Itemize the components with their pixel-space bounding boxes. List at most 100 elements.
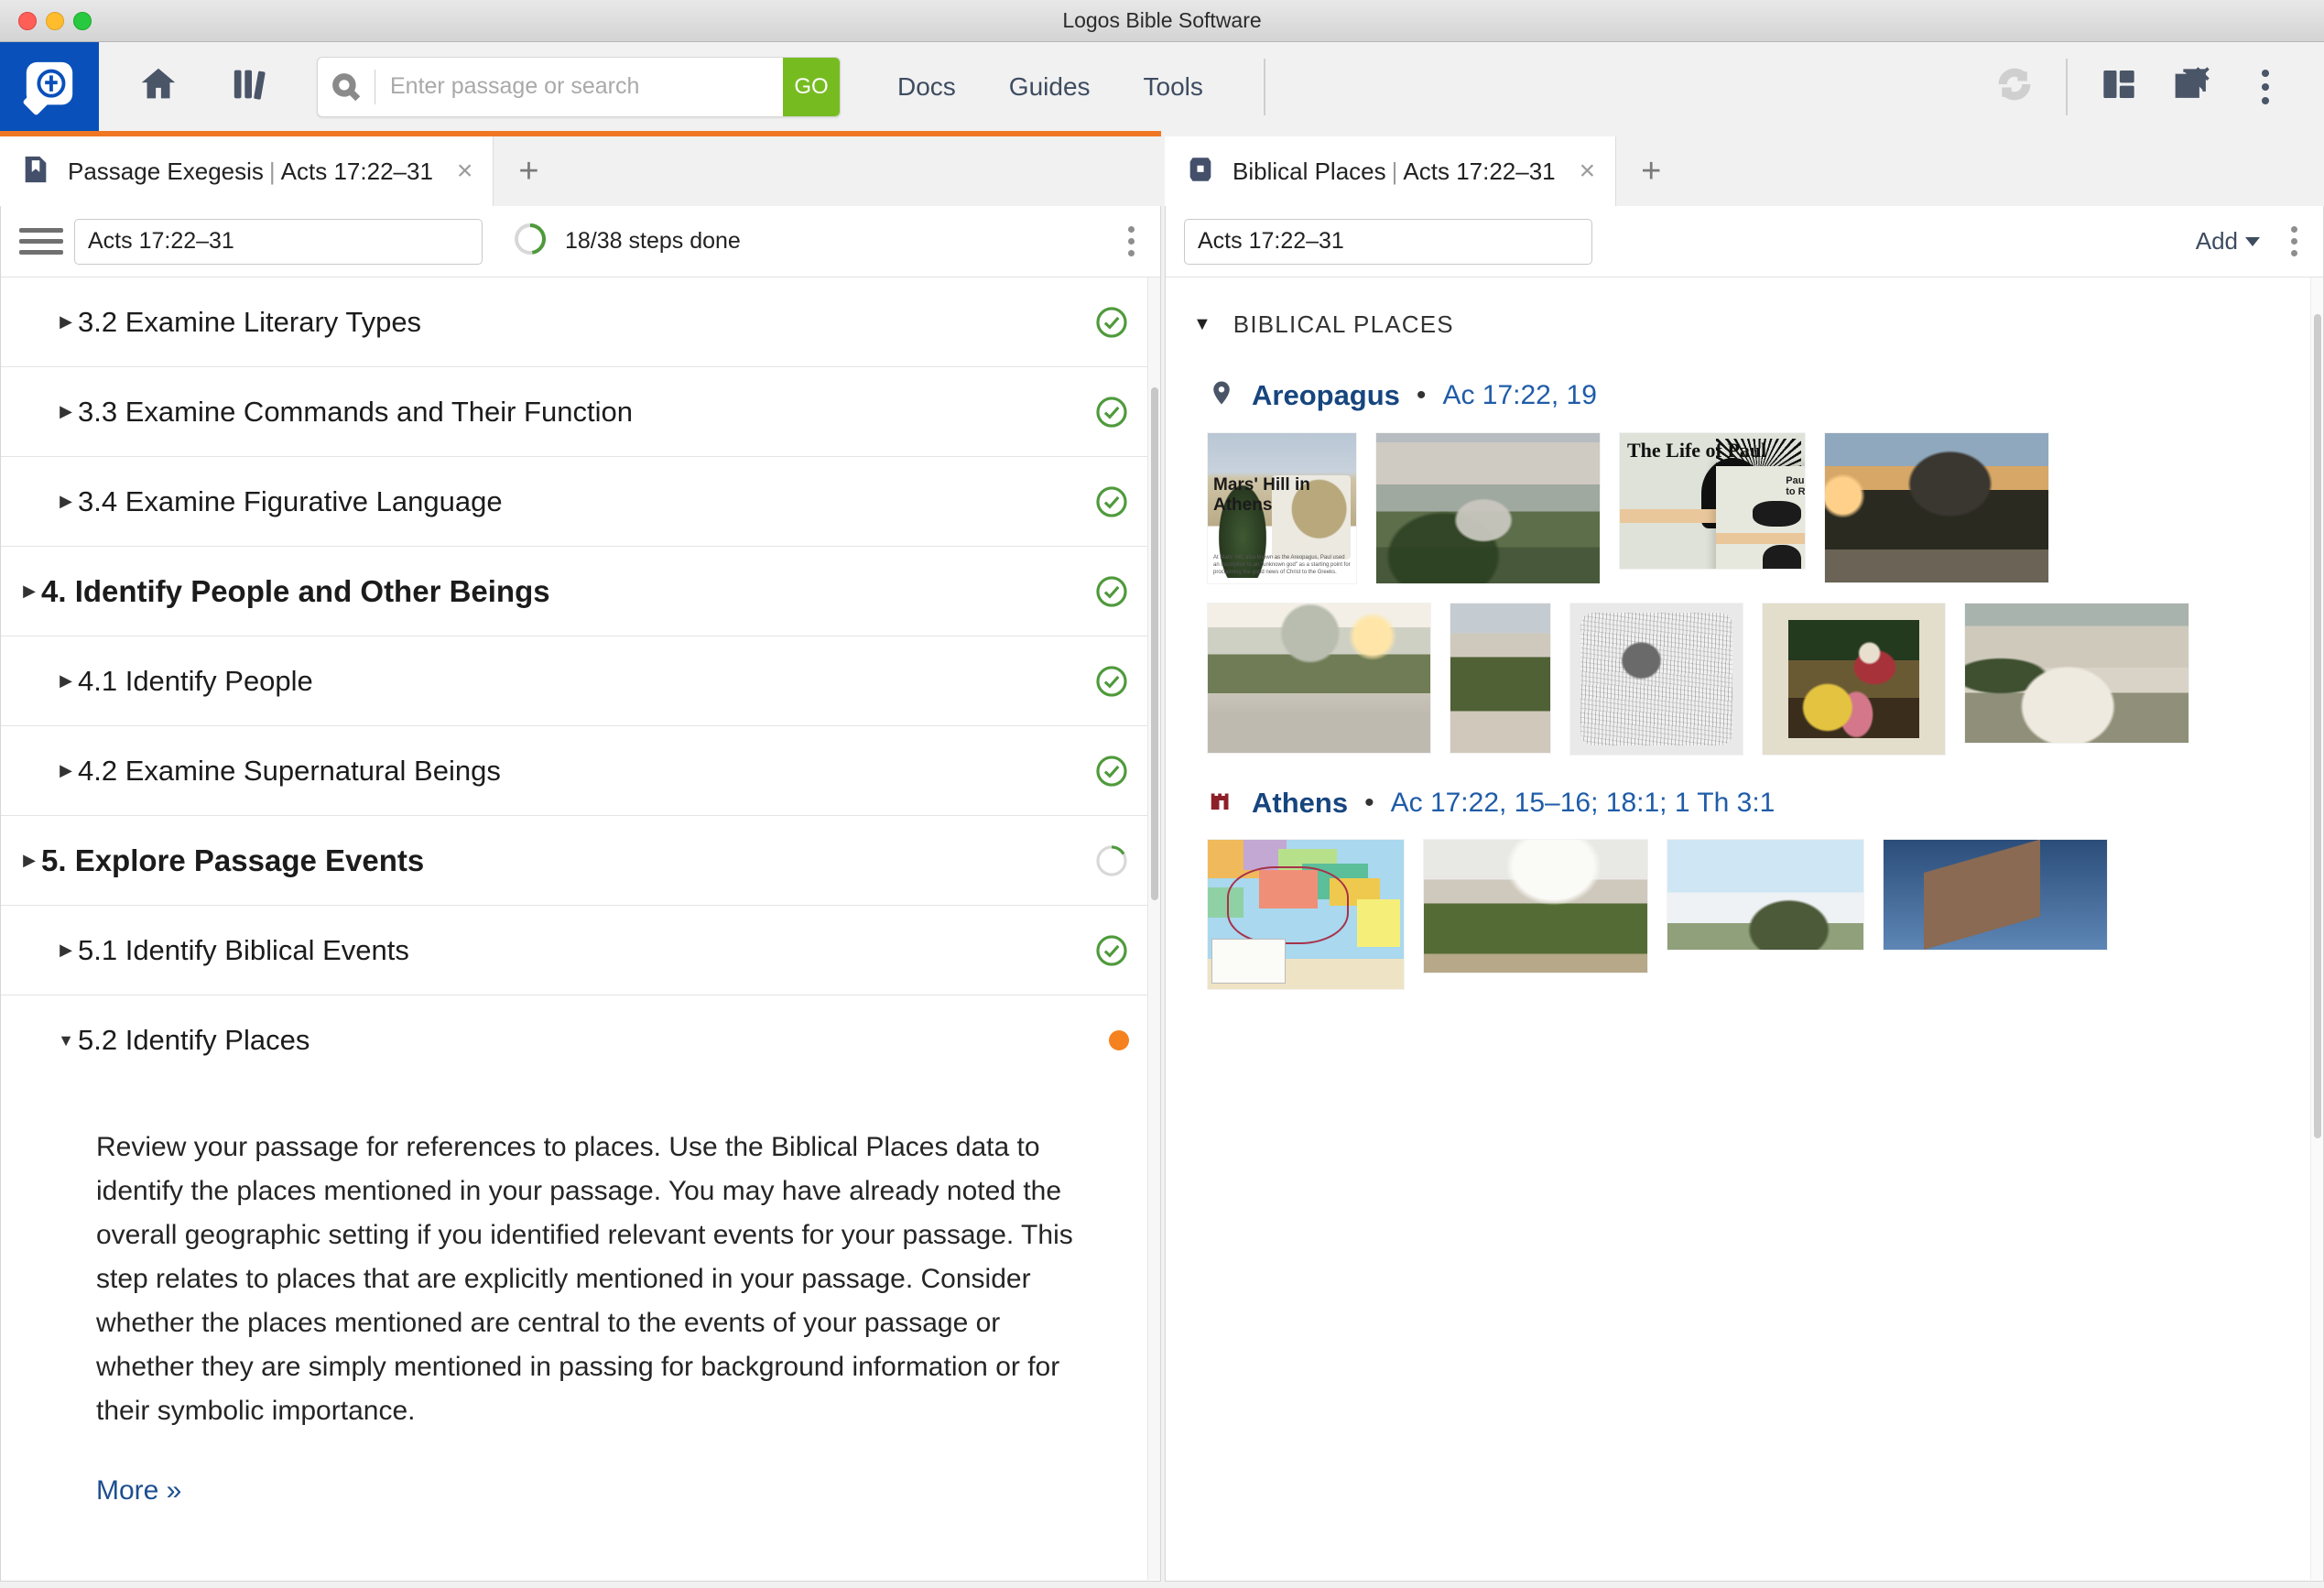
layout-panels-icon [2101, 66, 2137, 107]
outline-row[interactable]: ▶ 3.4 Examine Figurative Language [1, 457, 1160, 547]
place-thumbnail[interactable] [1450, 604, 1550, 753]
left-panel-toolbar: 18/38 steps done [1, 206, 1160, 277]
outline-row-label: 5.1 Identify Biblical Events [78, 933, 409, 966]
outline-row[interactable]: ▶ 3.2 Examine Literary Types [1, 277, 1160, 367]
tab-title-main: Passage Exegesis [68, 157, 264, 185]
places-reference-input[interactable] [1184, 218, 1592, 265]
outline-row[interactable]: ▶ 3.3 Examine Commands and Their Function [1, 367, 1160, 457]
add-button-label: Add [2195, 227, 2238, 255]
triangle-right-icon[interactable]: ▶ [54, 761, 78, 780]
guide-menu-button[interactable] [19, 228, 63, 255]
place-header[interactable]: Athens • Ac 17:22, 15–16; 18:1; 1 Th 3:1 [1166, 755, 2323, 825]
status-done-icon [1094, 484, 1129, 519]
place-thumbnail[interactable] [1570, 604, 1743, 755]
left-scrollbar-thumb[interactable] [1151, 387, 1158, 900]
triangle-right-icon[interactable]: ▶ [17, 582, 41, 601]
place-bullet: • [1364, 787, 1374, 818]
maximize-window-button[interactable] [73, 12, 92, 30]
place-thumbnail[interactable] [1884, 840, 2107, 950]
menu-guides[interactable]: Guides [1009, 72, 1091, 102]
passage-reference-input[interactable] [74, 218, 483, 265]
place-thumbnail[interactable] [1825, 433, 2048, 582]
more-link[interactable]: More » [96, 1475, 181, 1506]
layout-button[interactable] [2082, 42, 2156, 131]
sync-button[interactable] [1978, 42, 2051, 131]
left-panel-menu-button[interactable] [1121, 219, 1142, 264]
workspace: Passage Exegesis | Acts 17:22–31 × + Act… [0, 131, 2324, 1588]
place-name[interactable]: Areopagus [1252, 379, 1400, 412]
place-thumbnail[interactable] [1667, 840, 1863, 950]
home-button[interactable] [128, 42, 189, 131]
search-go-button[interactable]: GO [783, 57, 840, 116]
new-tab-button[interactable]: + [494, 136, 563, 206]
library-button[interactable] [222, 42, 282, 131]
triangle-right-icon[interactable]: ▶ [54, 671, 78, 691]
toolbar-divider [1263, 58, 1265, 115]
close-tab-button[interactable]: × [1580, 158, 1596, 185]
triangle-right-icon[interactable]: ▶ [54, 402, 78, 421]
outline-row[interactable]: ▶ 5.1 Identify Biblical Events [1, 906, 1160, 995]
new-tab-button[interactable]: + [1616, 136, 1686, 206]
place-references[interactable]: Ac 17:22, 19 [1442, 380, 1596, 411]
tab-passage-exegesis[interactable]: Passage Exegesis | Acts 17:22–31 × [0, 136, 494, 206]
outline-row[interactable]: ▶ 4.2 Examine Supernatural Beings [1, 726, 1160, 816]
main-toolbar: GO Docs Guides Tools [0, 42, 2324, 131]
tab-title-reference: Acts 17:22–31 [1403, 157, 1556, 185]
outline-row-label: 5.2 Identify Places [78, 1024, 310, 1056]
outline-row[interactable]: ▶ 4. Identify People and Other Beings [1, 547, 1160, 636]
place-thumbnail[interactable] [1208, 840, 1404, 989]
place-bullet: • [1416, 379, 1427, 410]
place-name[interactable]: Athens [1252, 787, 1348, 820]
window-controls[interactable] [18, 12, 92, 30]
biblical-places-section-header[interactable]: ▼ BIBLICAL PLACES [1166, 277, 2323, 346]
close-window-button[interactable] [18, 12, 37, 30]
outline-row-label: 3.3 Examine Commands and Their Function [78, 395, 633, 428]
triangle-down-icon[interactable]: ▼ [54, 1031, 78, 1050]
triangle-right-icon[interactable]: ▶ [54, 492, 78, 511]
place-thumbnail[interactable] [1208, 604, 1430, 753]
close-tab-button[interactable]: × [457, 158, 473, 185]
logos-app-button[interactable] [0, 42, 99, 131]
triangle-right-icon[interactable]: ▶ [17, 851, 41, 870]
place-header[interactable]: Areopagus • Ac 17:22, 19 [1166, 346, 2323, 419]
left-panel-scrollbar[interactable] [1147, 277, 1160, 1580]
status-done-icon [1094, 933, 1129, 968]
search-bar[interactable]: GO [317, 56, 841, 117]
castle-city-icon [1208, 786, 1235, 820]
add-button[interactable]: Add [2196, 227, 2260, 256]
outline-row[interactable]: ▶ 5. Explore Passage Events [1, 816, 1160, 906]
menu-tools[interactable]: Tools [1144, 72, 1203, 102]
tab-biblical-places[interactable]: Biblical Places | Acts 17:22–31 × [1165, 136, 1617, 206]
library-books-icon [231, 63, 273, 110]
right-panel-menu-button[interactable] [2284, 219, 2305, 264]
place-thumbnail[interactable] [1424, 840, 1647, 973]
step-detail-body: Review your passage for references to pl… [1, 1085, 1160, 1506]
app-more-button[interactable] [2229, 42, 2302, 131]
right-scrollbar-thumb[interactable] [2314, 314, 2321, 1138]
place-thumbnail[interactable]: The Life of Paul Paul's Tripto Rome [1620, 433, 1805, 569]
tab-title-main: Biblical Places [1233, 157, 1386, 185]
place-thumbnail-grid: Mars' Hill in Athens At Mars' Hill, also… [1166, 419, 2246, 755]
place-thumbnail[interactable] [1965, 604, 2188, 743]
place-thumbnail[interactable]: Mars' Hill in Athens At Mars' Hill, also… [1208, 433, 1356, 583]
outline-row[interactable]: ▶ 4.1 Identify People [1, 636, 1160, 726]
triangle-right-icon[interactable]: ▶ [54, 941, 78, 960]
place-references[interactable]: Ac 17:22, 15–16; 18:1; 1 Th 3:1 [1391, 788, 1776, 819]
biblical-places-icon [1185, 154, 1216, 190]
close-all-button[interactable] [2156, 42, 2229, 131]
search-input[interactable] [375, 73, 783, 100]
tab-title-separator: | [268, 157, 276, 185]
search-icon [318, 71, 375, 103]
bookmark-guide-icon [20, 154, 51, 190]
outline-row[interactable]: ▼ 5.2 Identify Places [1, 995, 1160, 1085]
sync-refresh-icon [1994, 64, 2035, 109]
menu-docs[interactable]: Docs [897, 72, 956, 102]
right-panel-scrollbar[interactable] [2310, 277, 2323, 1580]
right-tabstrip: Biblical Places | Acts 17:22–31 × + [1165, 136, 2324, 206]
triangle-right-icon[interactable]: ▶ [54, 312, 78, 332]
toolbar-right-group [1978, 42, 2324, 131]
minimize-window-button[interactable] [46, 12, 64, 30]
progress-label: 18/38 steps done [565, 228, 741, 254]
place-thumbnail[interactable] [1376, 433, 1600, 583]
place-thumbnail[interactable] [1763, 604, 1945, 755]
